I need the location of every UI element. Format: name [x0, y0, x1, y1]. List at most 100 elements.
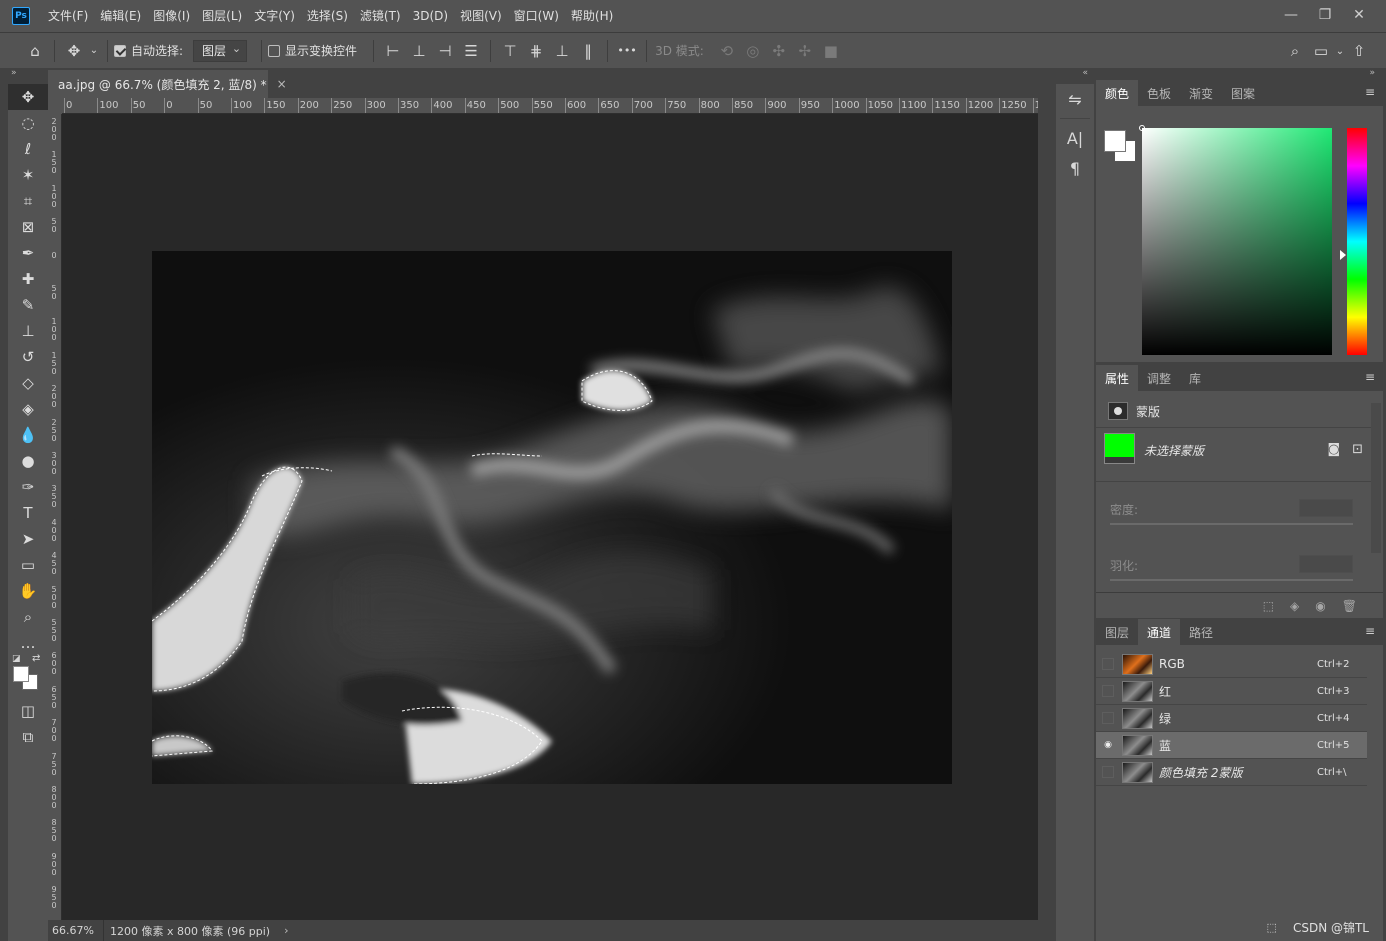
paint-bucket-icon[interactable]: ◈	[8, 396, 48, 422]
tab-paths[interactable]: 路径	[1180, 619, 1222, 645]
clone-stamp-icon[interactable]: ⊥	[8, 318, 48, 344]
document-image[interactable]	[152, 251, 952, 784]
menu-layer[interactable]: 图层(L)	[196, 0, 248, 32]
character-panel-icon[interactable]: A|	[1056, 123, 1094, 153]
status-menu-arrow[interactable]: ›	[284, 924, 288, 937]
apply-mask-icon[interactable]: ◈	[1290, 599, 1299, 613]
zoom-level[interactable]: 66.67%	[48, 920, 104, 941]
add-vector-mask-icon[interactable]: ⊡	[1352, 442, 1363, 457]
color-swatches[interactable]: ◪ ⇄	[8, 653, 48, 698]
panel-menu-icon[interactable]: ≡	[1365, 85, 1375, 99]
more-options-icon[interactable]: •••	[614, 38, 640, 64]
load-selection-icon[interactable]: ⬚	[1263, 599, 1274, 613]
delete-icon[interactable]: 🗑	[1342, 599, 1357, 613]
swap-colors-icon[interactable]: ⇄	[32, 653, 40, 664]
restore-button[interactable]: ❐	[1308, 4, 1342, 26]
paragraph-panel-icon[interactable]: ¶	[1056, 153, 1094, 183]
blur-tool-icon[interactable]: 💧	[8, 422, 48, 448]
menu-edit[interactable]: 编辑(E)	[94, 0, 147, 32]
tab-adjustments[interactable]: 调整	[1138, 365, 1180, 391]
dodge-tool-icon[interactable]: ●	[8, 448, 48, 474]
rectangle-tool-icon[interactable]: ▭	[8, 552, 48, 578]
channel-row[interactable]: RGB Ctrl+2	[1096, 651, 1367, 678]
frame-tool-icon[interactable]: ⊠	[8, 214, 48, 240]
menu-filter[interactable]: 滤镜(T)	[354, 0, 407, 32]
visibility-eye-icon[interactable]	[1102, 658, 1114, 670]
visibility-eye-icon[interactable]: ◉	[1102, 739, 1114, 751]
foreground-color-swatch[interactable]	[13, 666, 29, 682]
panel-menu-icon[interactable]: ≡	[1365, 624, 1375, 638]
workspace-icon[interactable]: ▭	[1308, 38, 1334, 64]
search-icon[interactable]: ⌕	[1282, 38, 1308, 64]
path-selection-icon[interactable]: ➤	[8, 526, 48, 552]
menu-type[interactable]: 文字(Y)	[248, 0, 301, 32]
visibility-eye-icon[interactable]	[1102, 685, 1114, 697]
history-panel-icon[interactable]: ⇋	[1056, 84, 1094, 114]
channel-row[interactable]: ◉ 蓝 Ctrl+5	[1096, 732, 1367, 759]
close-tab-icon[interactable]: ×	[277, 77, 287, 91]
visibility-eye-icon[interactable]	[1102, 712, 1114, 724]
document-tab[interactable]: aa.jpg @ 66.7% (颜色填充 2, 蓝/8) * ×	[48, 70, 287, 98]
history-brush-icon[interactable]: ↺	[8, 344, 48, 370]
hand-tool-icon[interactable]: ✋	[8, 578, 48, 604]
brush-tool-icon[interactable]: ✎	[8, 292, 48, 318]
close-button[interactable]: ✕	[1342, 4, 1376, 26]
tab-properties[interactable]: 属性	[1096, 365, 1139, 391]
marquee-tool-icon[interactable]: ◌	[8, 110, 48, 136]
properties-scrollbar[interactable]	[1371, 403, 1381, 553]
menu-window[interactable]: 窗口(W)	[508, 0, 565, 32]
menu-image[interactable]: 图像(I)	[147, 0, 196, 32]
distribute-h-icon[interactable]: ☰	[458, 38, 484, 64]
eraser-tool-icon[interactable]: ◇	[8, 370, 48, 396]
ps-logo-icon[interactable]: Ps	[12, 7, 30, 25]
channel-as-selection-icon[interactable]: ⬚	[1267, 921, 1277, 934]
screen-mode-icon[interactable]: ⧉	[8, 724, 48, 750]
color-picker-field[interactable]	[1139, 125, 1332, 355]
ruler-corner[interactable]	[48, 98, 62, 114]
quick-mask-icon[interactable]: ◫	[8, 698, 48, 724]
menu-file[interactable]: 文件(F)	[42, 0, 94, 32]
move-tool-icon[interactable]: ✥	[61, 38, 87, 64]
density-input[interactable]	[1299, 499, 1353, 517]
eyedropper-icon[interactable]: ✒	[8, 240, 48, 266]
home-icon[interactable]: ⌂	[22, 38, 48, 64]
type-tool-icon[interactable]: T	[8, 500, 48, 526]
menu-3d[interactable]: 3D(D)	[407, 0, 454, 32]
channel-row[interactable]: 红 Ctrl+3	[1096, 678, 1367, 705]
horizontal-ruler[interactable]: 0 100 50 0 50 100 150 200 250 300 350 400 450 500 550 6…	[62, 98, 1038, 114]
density-slider[interactable]	[1110, 523, 1353, 525]
auto-select-checkbox[interactable]	[114, 44, 126, 57]
share-icon[interactable]: ⇧	[1346, 38, 1372, 64]
tab-libraries[interactable]: 库	[1180, 365, 1210, 391]
visibility-icon[interactable]: ◉	[1315, 599, 1325, 613]
menu-view[interactable]: 视图(V)	[454, 0, 508, 32]
default-colors-icon[interactable]: ◪	[12, 654, 21, 664]
vertical-ruler[interactable]: 200 150 100 50 0 50 100 150 200 250 300 350 400 450 50…	[48, 114, 62, 920]
channel-row[interactable]: 颜色填充 2蒙版 Ctrl+\	[1096, 759, 1367, 786]
add-pixel-mask-icon[interactable]: ◙	[1327, 442, 1340, 457]
tab-patterns[interactable]: 图案	[1222, 80, 1264, 106]
pen-tool-icon[interactable]: ✑	[8, 474, 48, 500]
tab-color[interactable]: 颜色	[1096, 80, 1139, 106]
chevron-down-icon[interactable]: ⌄	[87, 38, 101, 64]
feather-input[interactable]	[1299, 555, 1353, 573]
hue-slider-handle[interactable]	[1340, 250, 1346, 260]
minimize-button[interactable]: —	[1274, 4, 1308, 26]
align-right-icon[interactable]: ⊣	[432, 38, 458, 64]
crop-tool-icon[interactable]: ⌗	[8, 188, 48, 214]
toolbar-collapse[interactable]: »	[8, 68, 48, 84]
tab-layers[interactable]: 图层	[1096, 619, 1138, 645]
chevron-down-icon[interactable]: ⌄	[1334, 38, 1346, 64]
channel-row[interactable]: 绿 Ctrl+4	[1096, 705, 1367, 732]
feather-slider[interactable]	[1110, 579, 1353, 581]
panel-menu-icon[interactable]: ≡	[1365, 370, 1375, 384]
tab-channels[interactable]: 通道	[1138, 619, 1181, 645]
tab-gradients[interactable]: 渐变	[1180, 80, 1222, 106]
foreground-color-swatch[interactable]	[1104, 130, 1126, 152]
magic-wand-icon[interactable]: ✶	[8, 162, 48, 188]
visibility-eye-icon[interactable]	[1102, 766, 1114, 778]
auto-select-dropdown[interactable]: 图层	[193, 39, 248, 62]
tab-swatches[interactable]: 色板	[1138, 80, 1180, 106]
align-middle-icon[interactable]: ⋕	[523, 38, 549, 64]
distribute-v-icon[interactable]: ‖	[575, 38, 601, 64]
